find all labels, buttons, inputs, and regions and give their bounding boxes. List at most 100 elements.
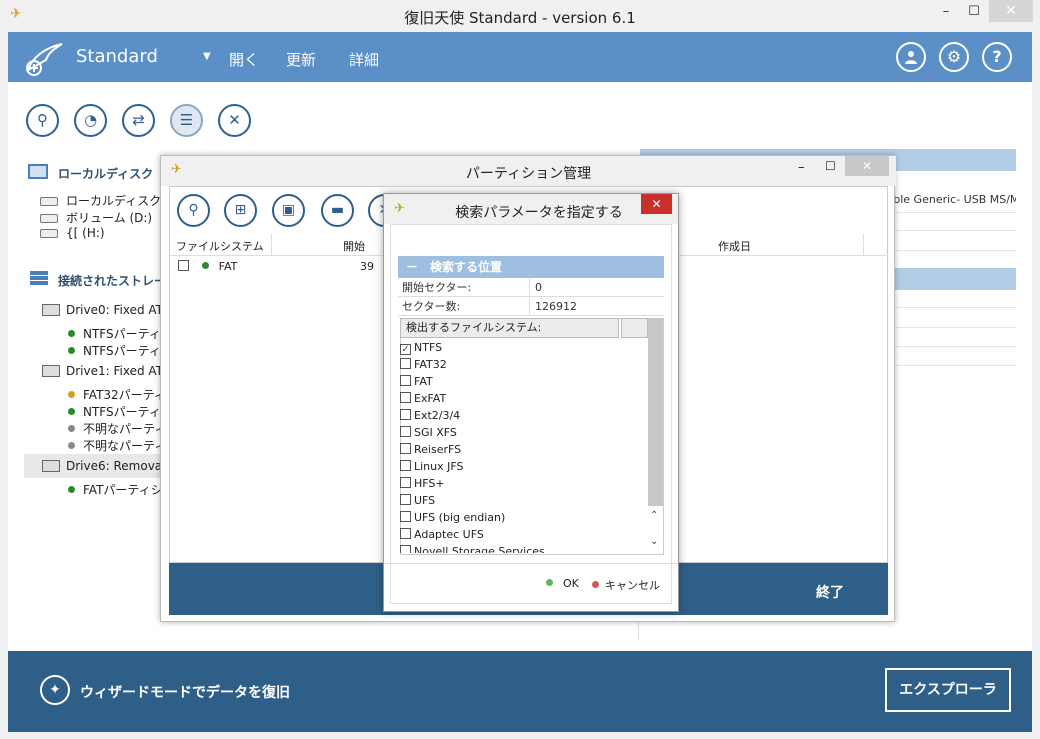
checkbox[interactable] [400, 392, 411, 403]
maximize-button[interactable]: ☐ [825, 159, 836, 173]
sector-count-value[interactable]: 126912 [535, 297, 577, 316]
row-checkbox[interactable] [178, 260, 189, 271]
user-icon[interactable] [896, 42, 926, 72]
start-sector-value[interactable]: 0 [535, 278, 542, 297]
minimize-button[interactable]: – [932, 2, 960, 24]
menu-details[interactable]: 詳細 [349, 49, 379, 70]
tree-drive0[interactable]: Drive0: Fixed ATA [42, 303, 170, 317]
filesystem-option[interactable]: UFS [400, 492, 435, 509]
status-dot [68, 442, 75, 449]
magic-wand-icon[interactable]: ✦ [40, 675, 70, 705]
section-header[interactable]: － 検索する位置 [398, 256, 664, 278]
filesystem-option[interactable]: Linux JFS [400, 458, 464, 475]
menu-dropdown-arrow-icon[interactable]: ▼ [203, 51, 211, 62]
checkbox[interactable] [400, 545, 411, 553]
filesystem-option[interactable]: ✓ NTFS [400, 339, 442, 356]
tree-item-h[interactable]: {[ (H:) [40, 226, 105, 240]
checkbox[interactable] [400, 409, 411, 420]
divider [880, 230, 1016, 231]
filesystem-label: ReiserFS [414, 443, 462, 456]
divider [880, 212, 1016, 213]
table-row[interactable]: FAT [178, 259, 237, 273]
row-start: 39 [360, 260, 374, 273]
storage-icon [29, 270, 49, 285]
menu-refresh[interactable]: 更新 [286, 49, 316, 70]
search-icon[interactable]: ⚲ [26, 104, 59, 137]
computer-icon [28, 164, 48, 179]
checkbox[interactable] [400, 494, 411, 505]
filesystem-label: Ext2/3/4 [414, 409, 461, 422]
minimize-button[interactable]: – [798, 160, 805, 175]
checkbox[interactable] [400, 477, 411, 488]
scroll-down-icon[interactable]: ⌄ [650, 536, 658, 547]
checkbox[interactable] [400, 358, 411, 369]
filesystem-option[interactable]: FAT32 [400, 356, 447, 373]
partition-dialog-titlebar: ✈ パーティション管理 – ☐ ✕ [161, 156, 896, 186]
filesystem-option[interactable]: FAT [400, 373, 433, 390]
tree-item-volume-d[interactable]: ボリューム (D:) [40, 209, 152, 226]
filesystem-option[interactable]: Novell Storage Services [400, 543, 545, 553]
gear-icon[interactable]: ⚙ [939, 42, 969, 72]
filesystem-label: FAT32 [414, 358, 447, 371]
filesystem-option[interactable]: HFS+ [400, 475, 445, 492]
checkbox[interactable] [400, 460, 411, 471]
filesystem-label: HFS+ [414, 477, 445, 490]
filesystem-option[interactable]: Ext2/3/4 [400, 407, 460, 424]
row-filesystem: FAT [218, 260, 238, 273]
pie-chart-icon[interactable]: ◔ [74, 104, 107, 137]
hard-drive-icon [42, 365, 60, 377]
divider [880, 327, 1016, 328]
filesystem-option[interactable]: Adaptec UFS [400, 526, 484, 543]
filesystem-label: SGI XFS [414, 426, 457, 439]
filesystem-option[interactable]: UFS (big endian) [400, 509, 505, 526]
finish-button[interactable]: 終了 [816, 582, 844, 602]
scrollbar-thumb[interactable] [648, 318, 663, 506]
ok-label: OK [563, 577, 579, 590]
save-icon[interactable]: ▣ [272, 194, 305, 227]
checkbox[interactable] [400, 511, 411, 522]
filesystem-label: ExFAT [414, 392, 447, 405]
scroll-up-icon[interactable]: ⌃ [650, 510, 658, 521]
close-icon[interactable]: ✕ [218, 104, 251, 137]
search-icon[interactable]: ⚲ [177, 194, 210, 227]
sector-count-row: セクター数: 126912 [398, 297, 664, 316]
column-filesystem[interactable]: ファイルシステム [176, 238, 264, 254]
filesystem-items: ✓ NTFS FAT32 FAT ExFAT Ext2/3/4 SGI XFS ReiserF… [384, 339, 646, 553]
filesystem-option[interactable]: SGI XFS [400, 424, 457, 441]
tree-drive1[interactable]: Drive1: Fixed ATA [42, 364, 170, 378]
checkbox[interactable] [400, 443, 411, 454]
cancel-button[interactable]: キャンセル [592, 577, 660, 593]
search-dialog-title: 検索パラメータを指定する [455, 205, 623, 221]
title-bar: ✈ 復旧天使 Standard - version 6.1 – ☐ ✕ [0, 0, 1040, 32]
status-dot [68, 408, 75, 415]
folder-icon[interactable]: ▬ [321, 194, 354, 227]
filesystem-option[interactable]: ExFAT [400, 390, 446, 407]
sector-count-label: セクター数: [402, 300, 461, 313]
wizard-mode-link[interactable]: ウィザードモードでデータを復旧 [80, 682, 290, 702]
checkbox[interactable] [400, 528, 411, 539]
tree-item-label: ボリューム (D:) [66, 211, 153, 225]
divider [880, 250, 1016, 251]
export-icon[interactable]: ⇄ [122, 104, 155, 137]
explorer-button[interactable]: エクスプローラ [885, 668, 1011, 712]
column-divider [529, 278, 530, 297]
grid-icon[interactable]: ⊞ [224, 194, 257, 227]
close-dialog-button[interactable]: ✕ [845, 156, 889, 176]
hard-drive-icon [42, 460, 60, 472]
list-icon[interactable]: ☰ [170, 104, 203, 137]
maximize-button[interactable]: ☐ [960, 2, 988, 24]
column-created[interactable]: 作成日 [718, 238, 751, 254]
ok-button[interactable]: OK [546, 577, 579, 590]
help-icon[interactable]: ? [982, 42, 1012, 72]
status-dot [68, 330, 75, 337]
checkbox[interactable] [400, 375, 411, 386]
column-start[interactable]: 開始 [343, 238, 365, 254]
checkbox[interactable] [400, 426, 411, 437]
close-dialog-button[interactable]: ✕ [641, 194, 672, 214]
checkbox[interactable]: ✓ [400, 344, 411, 355]
column-divider [271, 234, 272, 256]
start-sector-label: 開始セクター: [402, 281, 472, 294]
menu-open[interactable]: 開く [229, 49, 259, 70]
filesystem-option[interactable]: ReiserFS [400, 441, 461, 458]
close-window-button[interactable]: ✕ [989, 0, 1033, 22]
